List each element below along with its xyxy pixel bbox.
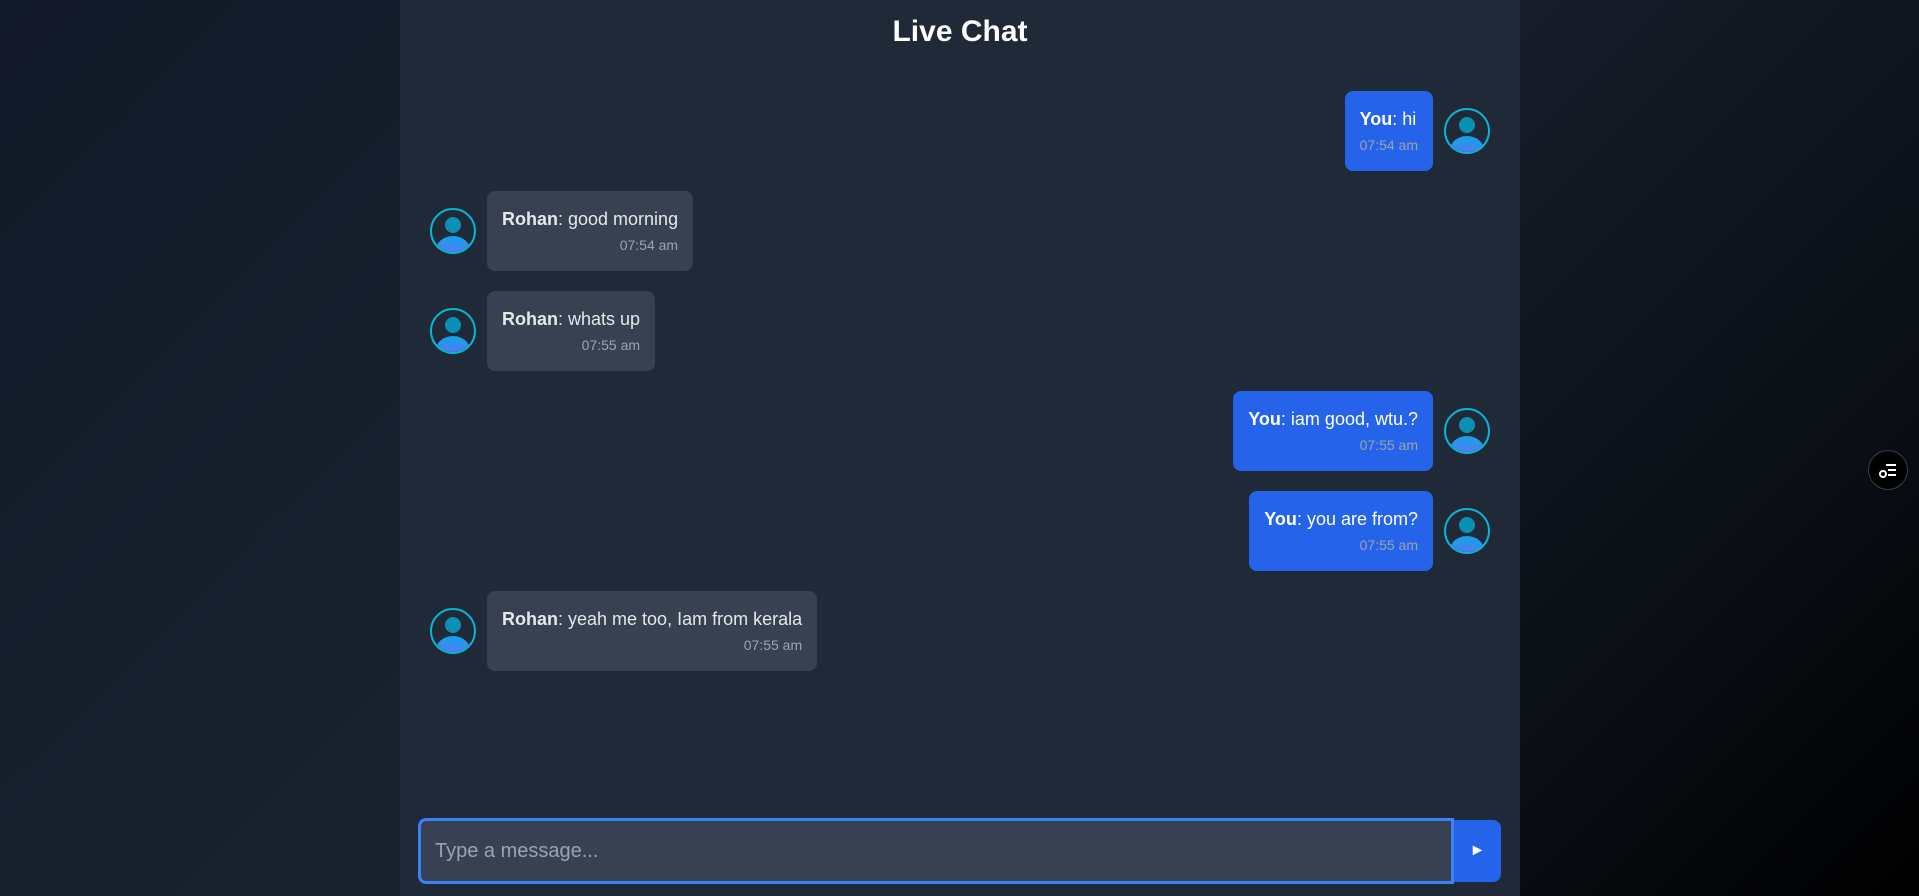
message-sender: You — [1248, 409, 1281, 429]
message-bubble-received: Rohan: whats up 07:55 am — [487, 291, 656, 371]
message-sender: Rohan — [502, 309, 558, 329]
message-text: : iam good, wtu.? — [1280, 409, 1418, 429]
message-time: 07:55 am — [743, 637, 803, 653]
message-bubble-received: Rohan: yeah me too, Iam from kerala 07:5… — [487, 591, 818, 671]
message-input[interactable] — [418, 818, 1454, 884]
message-sender: Rohan — [502, 609, 558, 629]
message-time: 07:54 am — [1359, 137, 1418, 153]
message-text: : whats up — [558, 309, 641, 329]
message-line: Rohan: whats up — [502, 307, 640, 331]
message-sender: You — [1359, 109, 1393, 129]
send-button[interactable]: ► — [1454, 820, 1501, 882]
message-text: : you are from? — [1296, 509, 1418, 529]
message-bubble-sent: You: hi 07:54 am — [1344, 91, 1433, 171]
user-avatar-icon — [430, 208, 476, 254]
message-time: 07:54 am — [619, 237, 679, 253]
message-bubble-sent: You: you are from? 07:55 am — [1249, 491, 1433, 571]
send-arrow-icon: ► — [1469, 842, 1486, 859]
user-avatar-icon — [430, 608, 476, 654]
message-row: Rohan: good morning 07:54 am — [430, 191, 1490, 271]
message-list[interactable]: You: hi 07:54 am Rohan: good morning 07:… — [400, 0, 1520, 810]
message-row: Rohan: whats up 07:55 am — [430, 291, 1490, 371]
user-avatar-icon — [1444, 408, 1490, 454]
message-text: : yeah me too, Iam from kerala — [558, 609, 803, 629]
user-avatar-icon — [1444, 108, 1490, 154]
message-line: Rohan: yeah me too, Iam from kerala — [502, 607, 802, 631]
message-row: Rohan: yeah me too, Iam from kerala 07:5… — [430, 591, 1490, 671]
message-line: You: iam good, wtu.? — [1248, 407, 1418, 431]
message-text: : good morning — [558, 209, 679, 229]
user-avatar-icon — [1444, 508, 1490, 554]
message-sender: Rohan — [502, 209, 558, 229]
message-bubble-sent: You: iam good, wtu.? 07:55 am — [1233, 391, 1433, 471]
settings-list-icon[interactable] — [1868, 450, 1908, 490]
message-line: You: hi — [1360, 107, 1418, 131]
user-avatar-icon — [430, 308, 476, 354]
message-sender: You — [1264, 509, 1297, 529]
message-line: You: you are from? — [1264, 507, 1418, 531]
message-text: : hi — [1392, 109, 1417, 129]
message-row: You: hi 07:54 am — [430, 91, 1490, 171]
message-composer: ► — [418, 818, 1501, 884]
message-time: 07:55 am — [1359, 537, 1418, 553]
message-bubble-received: Rohan: good morning 07:54 am — [487, 191, 694, 271]
message-time: 07:55 am — [581, 337, 641, 353]
message-time: 07:55 am — [1359, 437, 1418, 453]
chat-panel: Live Chat You: hi 07:54 am Rohan: good m… — [400, 0, 1520, 896]
message-row: You: iam good, wtu.? 07:55 am — [430, 391, 1490, 471]
message-line: Rohan: good morning — [502, 207, 678, 231]
message-row: You: you are from? 07:55 am — [430, 491, 1490, 571]
